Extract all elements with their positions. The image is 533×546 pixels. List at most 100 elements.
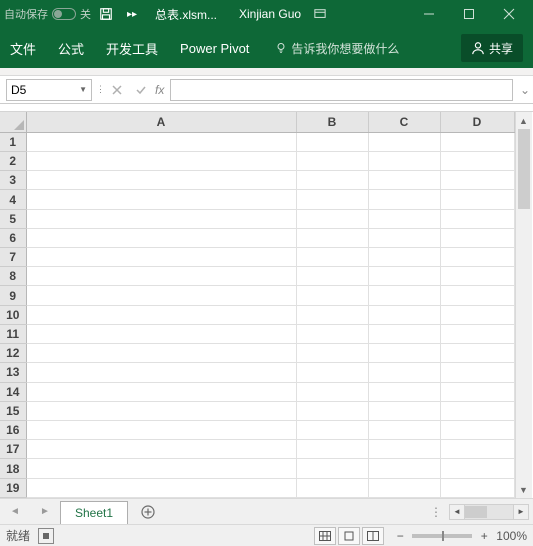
cell-C10[interactable] [368, 305, 440, 324]
row-header-9[interactable]: 9 [0, 286, 26, 305]
minimize-button[interactable] [409, 0, 449, 28]
row-header-1[interactable]: 1 [0, 132, 26, 151]
zoom-in-button[interactable]: + [476, 529, 492, 543]
cell-B18[interactable] [296, 459, 368, 478]
cell-D8[interactable] [440, 267, 514, 286]
row-header-19[interactable]: 19 [0, 478, 26, 497]
sheet-next-icon[interactable]: ► [40, 506, 50, 517]
row-header-6[interactable]: 6 [0, 228, 26, 247]
cell-B6[interactable] [296, 228, 368, 247]
page-break-view-button[interactable] [362, 527, 384, 545]
row-header-14[interactable]: 14 [0, 382, 26, 401]
cell-A15[interactable] [26, 401, 296, 420]
cell-B7[interactable] [296, 248, 368, 267]
cell-B5[interactable] [296, 209, 368, 228]
cell-C2[interactable] [368, 151, 440, 170]
new-sheet-button[interactable] [134, 504, 162, 520]
sheetbar-handle[interactable]: ⋮ [430, 505, 443, 519]
cell-C16[interactable] [368, 421, 440, 440]
cell-A19[interactable] [26, 478, 296, 497]
cell-D11[interactable] [440, 324, 514, 343]
tab-power-pivot[interactable]: Power Pivot [180, 41, 249, 56]
row-header-18[interactable]: 18 [0, 459, 26, 478]
cell-B19[interactable] [296, 478, 368, 497]
cell-D3[interactable] [440, 171, 514, 190]
row-header-17[interactable]: 17 [0, 440, 26, 459]
row-header-13[interactable]: 13 [0, 363, 26, 382]
qat-more-icon[interactable]: ▸▸ [121, 3, 143, 25]
cell-B15[interactable] [296, 401, 368, 420]
scroll-left-icon[interactable]: ◄ [449, 504, 465, 520]
page-layout-view-button[interactable] [338, 527, 360, 545]
row-header-7[interactable]: 7 [0, 248, 26, 267]
zoom-out-button[interactable]: − [392, 529, 408, 543]
cell-C13[interactable] [368, 363, 440, 382]
row-header-5[interactable]: 5 [0, 209, 26, 228]
cell-B11[interactable] [296, 324, 368, 343]
row-header-10[interactable]: 10 [0, 305, 26, 324]
cell-A16[interactable] [26, 421, 296, 440]
cell-B13[interactable] [296, 363, 368, 382]
cell-A6[interactable] [26, 228, 296, 247]
tab-file[interactable]: 文件 [10, 39, 36, 58]
cell-A17[interactable] [26, 440, 296, 459]
scroll-right-icon[interactable]: ► [513, 504, 529, 520]
cell-B4[interactable] [296, 190, 368, 209]
row-header-2[interactable]: 2 [0, 151, 26, 170]
cell-C1[interactable] [368, 132, 440, 151]
name-box[interactable]: D5 ▼ [6, 79, 92, 101]
share-button[interactable]: 共享 [461, 34, 523, 62]
cell-C4[interactable] [368, 190, 440, 209]
cell-D17[interactable] [440, 440, 514, 459]
cell-A8[interactable] [26, 267, 296, 286]
cell-B14[interactable] [296, 382, 368, 401]
sheet-nav[interactable]: ◄ ► [0, 506, 60, 517]
cell-B16[interactable] [296, 421, 368, 440]
cell-D4[interactable] [440, 190, 514, 209]
cell-D13[interactable] [440, 363, 514, 382]
cell-C6[interactable] [368, 228, 440, 247]
zoom-slider[interactable] [412, 534, 472, 538]
cell-D14[interactable] [440, 382, 514, 401]
cell-C8[interactable] [368, 267, 440, 286]
cell-D2[interactable] [440, 151, 514, 170]
tab-developer[interactable]: 开发工具 [106, 39, 158, 58]
cell-A14[interactable] [26, 382, 296, 401]
autosave-toggle[interactable]: 自动保存 关 [4, 6, 91, 22]
cell-C15[interactable] [368, 401, 440, 420]
col-header-C[interactable]: C [368, 112, 440, 132]
cell-A12[interactable] [26, 344, 296, 363]
cell-B17[interactable] [296, 440, 368, 459]
col-header-A[interactable]: A [26, 112, 296, 132]
cell-B9[interactable] [296, 286, 368, 305]
cell-D6[interactable] [440, 228, 514, 247]
row-header-3[interactable]: 3 [0, 171, 26, 190]
cell-A1[interactable] [26, 132, 296, 151]
cell-D10[interactable] [440, 305, 514, 324]
chevron-down-icon[interactable]: ▼ [79, 85, 87, 94]
cell-C11[interactable] [368, 324, 440, 343]
normal-view-button[interactable] [314, 527, 336, 545]
formula-input[interactable] [170, 79, 513, 101]
cell-D19[interactable] [440, 478, 514, 497]
cell-A9[interactable] [26, 286, 296, 305]
col-header-D[interactable]: D [440, 112, 514, 132]
cell-A3[interactable] [26, 171, 296, 190]
cell-D15[interactable] [440, 401, 514, 420]
row-header-15[interactable]: 15 [0, 401, 26, 420]
cell-C7[interactable] [368, 248, 440, 267]
select-all-corner[interactable] [0, 112, 26, 132]
cell-C9[interactable] [368, 286, 440, 305]
cell-C17[interactable] [368, 440, 440, 459]
zoom-level[interactable]: 100% [496, 529, 527, 543]
enter-formula-button[interactable] [129, 79, 153, 101]
row-header-8[interactable]: 8 [0, 267, 26, 286]
cell-D9[interactable] [440, 286, 514, 305]
cell-D16[interactable] [440, 421, 514, 440]
sheet-prev-icon[interactable]: ◄ [10, 506, 20, 517]
fx-icon[interactable]: fx [155, 83, 164, 97]
vertical-scrollbar[interactable]: ▲ ▼ [515, 112, 532, 498]
cell-D5[interactable] [440, 209, 514, 228]
cell-B8[interactable] [296, 267, 368, 286]
cell-B1[interactable] [296, 132, 368, 151]
